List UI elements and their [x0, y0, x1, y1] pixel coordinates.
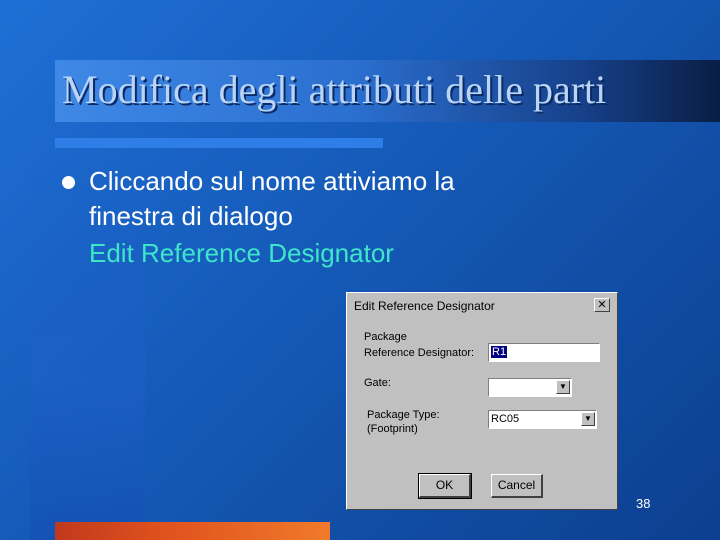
reference-designator-value: R1 — [491, 346, 508, 358]
package-type-select[interactable]: RC05 ▼ — [488, 410, 597, 429]
chevron-down-icon[interactable]: ▼ — [581, 412, 595, 426]
package-type-label: Package Type: — [367, 409, 440, 421]
dialog-title: Edit Reference Designator — [354, 299, 495, 313]
bullet-text-line-1: Cliccando sul nome attiviamo la — [89, 166, 455, 196]
reference-designator-input[interactable]: R1 — [488, 343, 600, 362]
title-underline — [55, 138, 383, 148]
edit-reference-designator-dialog: Edit Reference Designator ✕ Package Refe… — [346, 292, 618, 510]
package-label: Package — [364, 331, 407, 343]
decorative-bottom-bar — [55, 522, 330, 540]
close-icon[interactable]: ✕ — [594, 298, 610, 312]
gate-label: Gate: — [364, 377, 391, 389]
reference-designator-label: Reference Designator: — [364, 347, 475, 359]
slide-title: Modifica degli attributi delle parti — [62, 67, 607, 112]
footprint-label: (Footprint) — [367, 423, 418, 435]
chevron-down-icon[interactable]: ▼ — [556, 380, 570, 394]
bullet-text-highlight: Edit Reference Designator — [89, 238, 394, 268]
gate-select[interactable]: ▼ — [488, 378, 572, 397]
page-number: 38 — [636, 496, 651, 511]
cancel-button[interactable]: Cancel — [491, 474, 543, 498]
bullet-icon — [62, 176, 75, 189]
dialog-titlebar[interactable]: Edit Reference Designator ✕ — [350, 296, 614, 314]
package-type-value: RC05 — [491, 413, 520, 425]
bullet-text-line-2: finestra di dialogo — [89, 201, 293, 231]
ok-button[interactable]: OK — [418, 473, 472, 499]
